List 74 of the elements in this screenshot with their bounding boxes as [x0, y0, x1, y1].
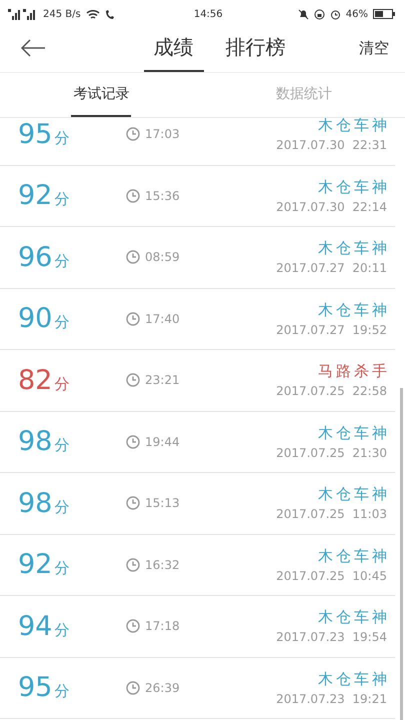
exam-date: 2017.07.27 20:11 — [276, 261, 387, 276]
exam-date: 2017.07.30 22:31 — [276, 138, 387, 152]
rank-title: 木仓车神 — [318, 118, 390, 136]
duration: 19:44 — [145, 434, 180, 449]
network-speed: 245 B/s — [43, 8, 81, 20]
rank-title: 木仓车神 — [318, 485, 390, 504]
duration: 23:21 — [145, 373, 180, 388]
exam-date: 2017.07.23 19:21 — [276, 692, 387, 706]
score-unit: 分 — [54, 190, 70, 210]
clock-icon — [126, 496, 140, 510]
exam-date: 2017.07.25 22:58 — [276, 384, 387, 398]
score-unit: 分 — [54, 128, 70, 148]
score-unit: 分 — [54, 498, 70, 517]
score: 90 — [18, 303, 52, 334]
duration: 17:18 — [145, 619, 180, 634]
clock-icon — [126, 312, 140, 326]
rank-title: 木仓车神 — [318, 424, 390, 443]
score: 96 — [18, 242, 52, 273]
exam-date: 2017.07.25 11:03 — [276, 507, 387, 522]
score-unit: 分 — [54, 374, 70, 394]
duration: 26:39 — [145, 680, 180, 695]
clock-icon — [126, 434, 140, 449]
battery-icon — [373, 9, 395, 19]
rank-title: 木仓车神 — [318, 608, 390, 628]
bell-icon — [298, 8, 309, 20]
rank-title: 马路杀手 — [318, 362, 390, 382]
score: 95 — [18, 118, 52, 150]
signal-icon — [8, 8, 38, 20]
score: 98 — [18, 426, 52, 458]
duration: 15:13 — [145, 496, 180, 510]
score-unit: 分 — [54, 620, 70, 640]
score: 98 — [18, 488, 52, 519]
duration: 17:40 — [145, 312, 180, 326]
score: 95 — [18, 672, 52, 704]
header-tab[interactable]: 排行榜 — [216, 24, 296, 72]
rank-title: 木仓车神 — [318, 546, 390, 566]
score-unit: 分 — [54, 682, 70, 702]
rank-title: 木仓车神 — [318, 239, 390, 258]
score: 92 — [18, 549, 52, 580]
exam-date: 2017.07.25 21:30 — [276, 446, 387, 460]
battery-level: 46% — [346, 8, 368, 20]
clock-icon — [126, 680, 140, 695]
clear-button[interactable]: 清空 — [359, 38, 389, 58]
alarm-icon — [330, 8, 341, 20]
rank-title: 木仓车神 — [318, 300, 390, 320]
clock-time: 14:56 — [192, 8, 224, 20]
exam-date: 2017.07.27 19:52 — [276, 322, 387, 337]
score: 82 — [18, 364, 52, 396]
exam-date: 2017.07.23 19:54 — [276, 630, 387, 644]
duration: 16:32 — [145, 558, 180, 572]
back-icon[interactable] — [20, 39, 46, 57]
clock-icon — [126, 188, 140, 203]
exam-date: 2017.07.30 22:14 — [276, 200, 387, 214]
sub-tab[interactable]: 考试记录 — [71, 73, 132, 117]
duration: 08:59 — [145, 250, 180, 264]
lock-icon — [314, 8, 325, 20]
clock-icon — [126, 373, 140, 388]
score-unit: 分 — [54, 313, 70, 332]
rank-title: 木仓车神 — [318, 178, 390, 197]
rank-title: 木仓车神 — [318, 670, 390, 689]
header-tab[interactable]: 成绩 — [144, 24, 204, 72]
duration: 17:03 — [145, 127, 180, 142]
clock-icon — [126, 558, 140, 572]
score: 92 — [18, 180, 52, 212]
wifi-icon — [86, 8, 100, 20]
exam-date: 2017.07.25 10:45 — [276, 568, 387, 583]
clock-icon — [126, 619, 140, 634]
score-unit: 分 — [54, 252, 70, 271]
score-unit: 分 — [54, 436, 70, 456]
clock-icon — [126, 127, 140, 142]
clock-icon — [126, 250, 140, 264]
score: 94 — [18, 610, 52, 642]
score-unit: 分 — [54, 559, 70, 578]
duration: 15:36 — [145, 188, 180, 203]
